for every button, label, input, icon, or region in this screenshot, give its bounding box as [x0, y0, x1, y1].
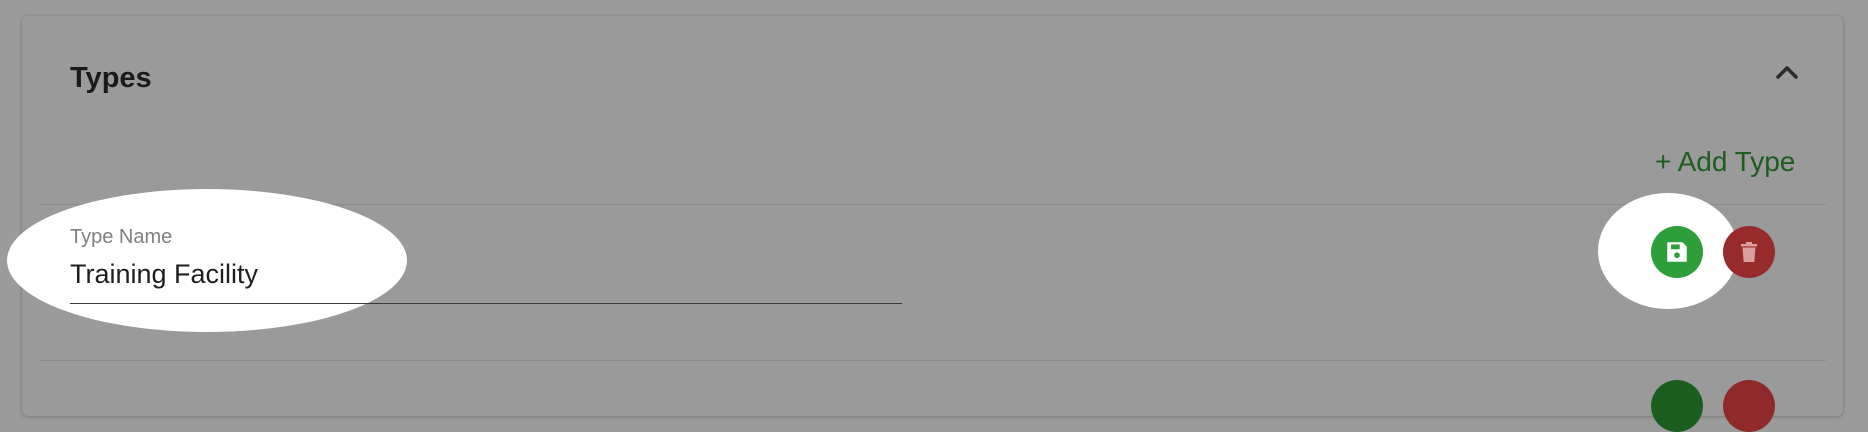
trash-icon: [1741, 242, 1757, 262]
type-name-underline: [70, 303, 902, 304]
row-divider-bottom: [40, 360, 1826, 361]
save-button[interactable]: [1651, 226, 1703, 278]
chevron-up-icon[interactable]: [1773, 58, 1801, 86]
add-type-button[interactable]: + Add Type: [1655, 146, 1795, 178]
type-name-label: Type Name: [70, 226, 173, 248]
type-name-input[interactable]: Training Facility: [70, 259, 258, 290]
delete-button[interactable]: [1723, 226, 1775, 278]
next-row-delete-button[interactable]: [1723, 380, 1775, 432]
section-title: Types: [70, 62, 152, 94]
floppy-disk-icon: [1667, 242, 1687, 262]
next-row-save-button[interactable]: [1651, 380, 1703, 432]
